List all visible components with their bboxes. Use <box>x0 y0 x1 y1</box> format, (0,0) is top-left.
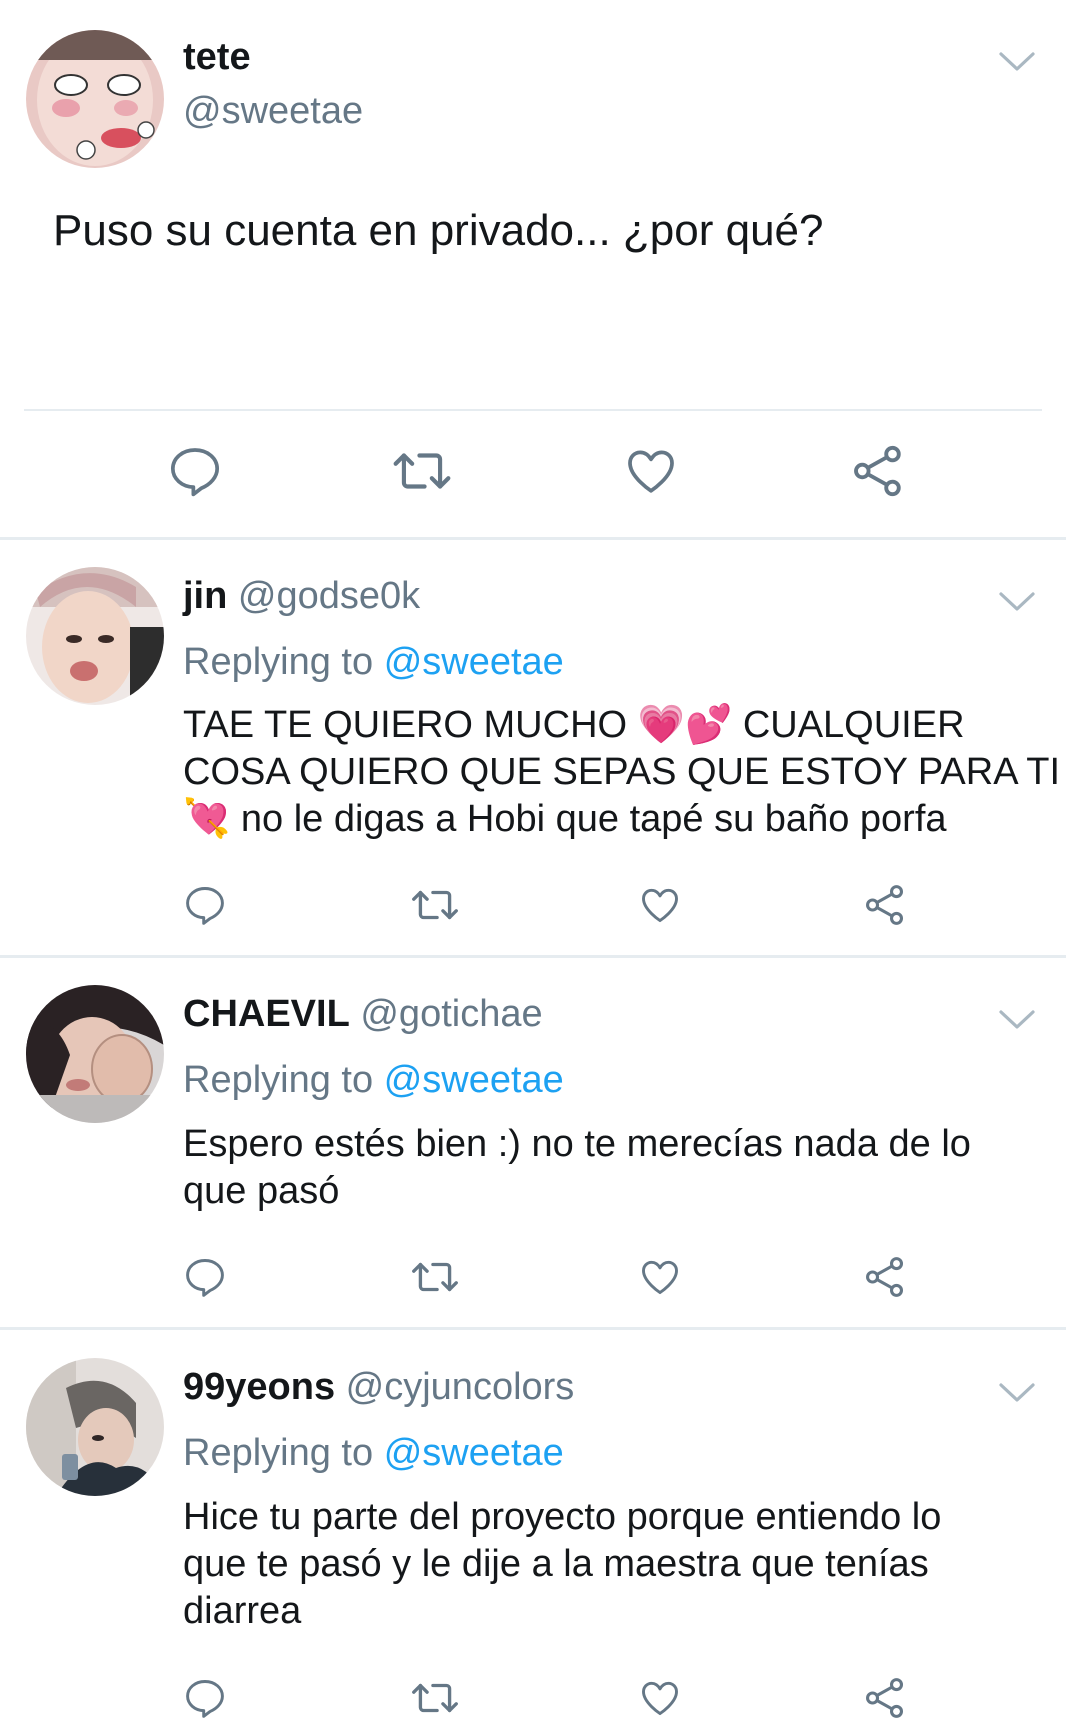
like-icon[interactable] <box>638 1676 682 1720</box>
reply-text: Espero estés bien :) no te merecías nada… <box>183 1121 971 1215</box>
replying-to: Replying to @sweetae <box>183 1059 564 1102</box>
share-icon[interactable] <box>862 882 908 928</box>
share-icon[interactable] <box>862 1254 908 1300</box>
reply-text: TAE TE QUIERO MUCHO 💗💕 CUALQUIER COSA QU… <box>183 702 1060 843</box>
chevron-down-icon[interactable] <box>995 586 1039 616</box>
reply-header: jin @godse0k <box>183 575 420 618</box>
handle[interactable]: @cyjuncolors <box>346 1366 575 1408</box>
text-line: 💘 no le digas a Hobi que tapé su baño po… <box>183 798 947 840</box>
chevron-down-icon[interactable] <box>995 1377 1039 1407</box>
reply-header: CHAEVIL @gotichae <box>183 993 543 1036</box>
display-name[interactable]: tete <box>183 36 251 79</box>
reply-header: 99yeons @cyjuncolors <box>183 1366 574 1409</box>
text-line: diarrea <box>183 1590 302 1632</box>
text-line: COSA QUIERO QUE SEPAS QUE ESTOY PARA TI <box>183 751 1061 793</box>
divider <box>0 955 1066 958</box>
share-icon[interactable] <box>849 442 907 500</box>
replying-to: Replying to @sweetae <box>183 1432 564 1475</box>
share-icon[interactable] <box>862 1675 908 1721</box>
retweet-icon[interactable] <box>410 1252 460 1302</box>
avatar[interactable] <box>26 30 164 168</box>
reply-text: Hice tu parte del proyecto porque entien… <box>183 1494 941 1635</box>
avatar[interactable] <box>26 985 164 1123</box>
divider <box>24 409 1042 411</box>
display-name[interactable]: 99yeons <box>183 1366 335 1408</box>
chevron-down-icon[interactable] <box>995 1004 1039 1034</box>
display-name[interactable]: jin <box>183 575 227 617</box>
text-line: Espero estés bien :) no te merecías nada… <box>183 1123 971 1165</box>
text-line: que pasó <box>183 1170 340 1212</box>
mention-link[interactable]: @sweetae <box>384 1432 564 1474</box>
display-name[interactable]: CHAEVIL <box>183 993 350 1035</box>
retweet-icon[interactable] <box>410 1673 460 1723</box>
handle[interactable]: @sweetae <box>183 90 363 133</box>
like-icon[interactable] <box>638 1255 682 1299</box>
text-line: TAE TE QUIERO MUCHO 💗💕 CUALQUIER <box>183 704 965 746</box>
tweet-text: Puso su cuenta en privado... ¿por qué? <box>53 206 824 255</box>
handle[interactable]: @godse0k <box>238 575 420 617</box>
mention-link[interactable]: @sweetae <box>384 641 564 683</box>
replying-to-label: Replying to <box>183 1432 374 1474</box>
reply-icon[interactable] <box>167 443 223 499</box>
reply-icon[interactable] <box>183 883 227 927</box>
divider <box>0 537 1066 540</box>
mention-link[interactable]: @sweetae <box>384 1059 564 1101</box>
replying-to-label: Replying to <box>183 1059 374 1101</box>
avatar[interactable] <box>26 1358 164 1496</box>
text-line: Hice tu parte del proyecto porque entien… <box>183 1496 942 1538</box>
retweet-icon[interactable] <box>391 440 453 502</box>
text-line: que te pasó y le dije a la maestra que t… <box>183 1543 929 1585</box>
divider <box>0 1327 1066 1330</box>
replying-to-label: Replying to <box>183 641 374 683</box>
reply-icon[interactable] <box>183 1676 227 1720</box>
like-icon[interactable] <box>623 443 679 499</box>
replying-to: Replying to @sweetae <box>183 641 564 684</box>
chevron-down-icon[interactable] <box>995 46 1039 76</box>
handle[interactable]: @gotichae <box>360 993 542 1035</box>
avatar[interactable] <box>26 567 164 705</box>
like-icon[interactable] <box>638 883 682 927</box>
reply-icon[interactable] <box>183 1255 227 1299</box>
retweet-icon[interactable] <box>410 880 460 930</box>
